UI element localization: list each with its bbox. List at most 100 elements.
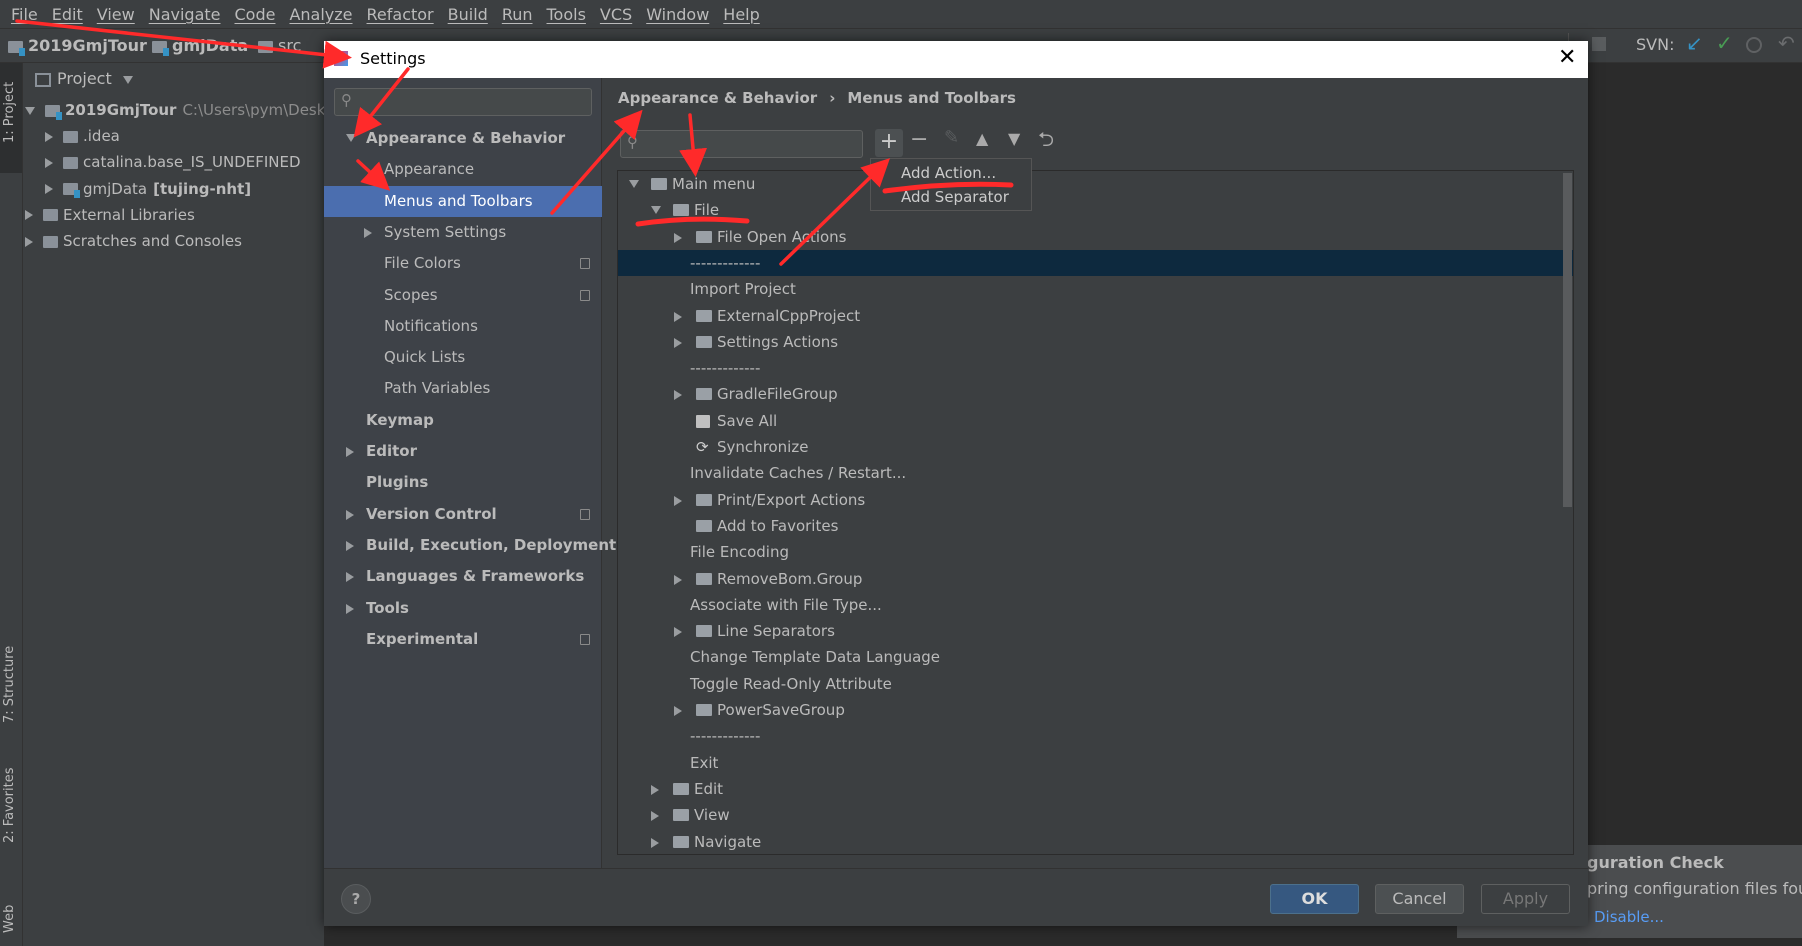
project-tree-item[interactable]: Scratches and Consoles bbox=[25, 229, 242, 253]
settings-item[interactable]: Appearance bbox=[324, 154, 602, 185]
menu-tree-item[interactable]: Line Separators bbox=[618, 618, 1573, 644]
menu-tree-item[interactable]: Print/Export Actions bbox=[618, 487, 1573, 513]
menus-search-input[interactable]: ⚲ bbox=[620, 130, 863, 158]
expand-arrow-icon[interactable] bbox=[651, 837, 659, 848]
menu-tree-item[interactable]: RemoveBom.Group bbox=[618, 566, 1573, 592]
project-panel-header[interactable]: Project bbox=[35, 69, 133, 88]
breadcrumb-project[interactable]: 2019GmjTour bbox=[8, 36, 147, 56]
expand-arrow-icon[interactable] bbox=[674, 337, 682, 348]
apply-button[interactable]: Apply bbox=[1481, 884, 1570, 914]
menu-analyze[interactable]: Analyze bbox=[282, 5, 359, 24]
move-down-button[interactable]: ▼ bbox=[1008, 129, 1020, 148]
settings-item[interactable]: Languages & Frameworks bbox=[324, 561, 602, 592]
expand-arrow-icon[interactable] bbox=[674, 390, 682, 401]
expand-arrow-icon[interactable] bbox=[364, 227, 372, 238]
menu-tree-item[interactable]: Main menu bbox=[618, 171, 1573, 197]
project-tree-item[interactable]: gmjData [tujing-nht] bbox=[45, 177, 251, 201]
menu-code[interactable]: Code bbox=[228, 5, 283, 24]
menu-tree-item[interactable]: Settings Actions bbox=[618, 329, 1573, 355]
settings-item[interactable]: Version Control bbox=[324, 499, 602, 530]
breadcrumb-parent[interactable]: Appearance & Behavior bbox=[618, 89, 817, 107]
menu-tree-item[interactable]: Add to Favorites bbox=[618, 513, 1573, 539]
svn-update-icon[interactable]: ↙ bbox=[1686, 31, 1703, 55]
add-action-menu-item[interactable]: Add Action... bbox=[871, 161, 1031, 185]
menu-tree-item[interactable]: Edit bbox=[618, 776, 1573, 802]
menu-tree-item[interactable]: Import Project bbox=[618, 276, 1573, 302]
menu-tree-item[interactable]: File bbox=[618, 197, 1573, 223]
expand-arrow-icon[interactable] bbox=[674, 495, 682, 506]
settings-search-input[interactable]: ⚲ bbox=[334, 88, 592, 116]
expand-arrow-icon[interactable] bbox=[651, 784, 659, 795]
expand-arrow-icon[interactable] bbox=[674, 311, 682, 322]
remove-button[interactable]: − bbox=[910, 127, 928, 152]
settings-item[interactable]: Editor bbox=[324, 436, 602, 467]
menu-tree-item[interactable]: File Encoding bbox=[618, 539, 1573, 565]
stop-icon[interactable] bbox=[1592, 37, 1606, 51]
scrollbar-thumb[interactable] bbox=[1563, 173, 1572, 507]
menu-tree-item[interactable]: Save All bbox=[618, 408, 1573, 434]
menu-tree-item[interactable]: Navigate bbox=[618, 829, 1573, 855]
expand-arrow-icon[interactable] bbox=[346, 603, 354, 614]
add-separator-menu-item[interactable]: Add Separator bbox=[871, 185, 1031, 209]
settings-item[interactable]: Tools bbox=[324, 593, 602, 624]
menu-tree-item[interactable]: ⟳ Synchronize bbox=[618, 434, 1573, 460]
expand-arrow-icon[interactable] bbox=[346, 447, 354, 457]
menu-file[interactable]: File bbox=[4, 5, 45, 24]
expand-arrow-icon[interactable] bbox=[25, 106, 35, 115]
expand-arrow-icon[interactable] bbox=[45, 157, 53, 168]
menu-tree-item[interactable]: Exit bbox=[618, 750, 1573, 776]
menu-help[interactable]: Help bbox=[716, 5, 766, 24]
expand-arrow-icon[interactable] bbox=[674, 232, 682, 243]
ok-button[interactable]: OK bbox=[1270, 884, 1359, 914]
revert-icon[interactable]: ↶ bbox=[1778, 31, 1795, 55]
chevron-down-icon[interactable] bbox=[122, 75, 133, 84]
expand-arrow-icon[interactable] bbox=[674, 627, 682, 638]
disable-link[interactable]: Disable... bbox=[1594, 908, 1664, 926]
edit-icon-button[interactable]: ✎ bbox=[944, 127, 959, 148]
expand-arrow-icon[interactable] bbox=[25, 236, 33, 247]
menu-vcs[interactable]: VCS bbox=[593, 5, 639, 24]
settings-item[interactable]: Scopes bbox=[324, 280, 602, 311]
menu-tree-item[interactable]: View bbox=[618, 802, 1573, 828]
menu-tree-item[interactable]: GradleFileGroup bbox=[618, 381, 1573, 407]
menu-tree-item[interactable]: ExternalCppProject bbox=[618, 303, 1573, 329]
expand-arrow-icon[interactable] bbox=[45, 184, 53, 195]
settings-item[interactable]: Experimental bbox=[324, 624, 602, 655]
expand-arrow-icon[interactable] bbox=[674, 574, 682, 585]
settings-item[interactable]: Quick Lists bbox=[324, 342, 602, 373]
expand-arrow-icon[interactable] bbox=[651, 206, 661, 215]
menu-tree-item[interactable]: ------------- bbox=[618, 723, 1573, 749]
settings-item[interactable]: Keymap bbox=[324, 405, 602, 436]
cancel-button[interactable]: Cancel bbox=[1375, 884, 1464, 914]
restore-defaults-button[interactable]: ⮌ bbox=[1038, 125, 1054, 159]
history-icon[interactable] bbox=[1746, 37, 1762, 53]
settings-item[interactable]: Appearance & Behavior bbox=[324, 123, 602, 154]
project-tree-item[interactable]: 2019GmjTour C:\Users\pym\Deskt bbox=[25, 98, 331, 122]
settings-item[interactable]: File Colors bbox=[324, 248, 602, 279]
expand-arrow-icon[interactable] bbox=[346, 134, 356, 142]
menu-tree-item[interactable]: ------------- bbox=[618, 355, 1573, 381]
project-tree-item[interactable]: External Libraries bbox=[25, 203, 195, 227]
expand-arrow-icon[interactable] bbox=[651, 811, 659, 822]
expand-arrow-icon[interactable] bbox=[346, 572, 354, 583]
expand-arrow-icon[interactable] bbox=[45, 131, 53, 142]
menu-tree-item[interactable]: Associate with File Type... bbox=[618, 592, 1573, 618]
structure-tool-tab[interactable]: 7: Structure bbox=[2, 646, 17, 723]
expand-arrow-icon[interactable] bbox=[674, 706, 682, 716]
menu-tree-item[interactable]: Toggle Read-Only Attribute bbox=[618, 671, 1573, 697]
menu-tree-item[interactable]: File Open Actions bbox=[618, 224, 1573, 250]
help-button[interactable]: ? bbox=[341, 884, 371, 914]
project-tool-tab[interactable]: 1: Project bbox=[0, 63, 22, 173]
menu-edit[interactable]: Edit bbox=[45, 5, 90, 24]
settings-item[interactable]: System Settings bbox=[324, 217, 602, 248]
settings-item[interactable]: Path Variables bbox=[324, 373, 602, 404]
svn-commit-icon[interactable]: ✓ bbox=[1716, 31, 1733, 55]
close-icon[interactable]: ✕ bbox=[1558, 45, 1576, 70]
settings-item[interactable]: Menus and Toolbars bbox=[324, 185, 602, 217]
menu-run[interactable]: Run bbox=[495, 5, 540, 24]
menu-view[interactable]: View bbox=[90, 5, 142, 24]
expand-arrow-icon[interactable] bbox=[629, 180, 639, 188]
menu-refactor[interactable]: Refactor bbox=[360, 5, 441, 24]
project-tree-item[interactable]: .idea bbox=[45, 124, 120, 148]
move-up-button[interactable]: ▲ bbox=[976, 129, 988, 148]
